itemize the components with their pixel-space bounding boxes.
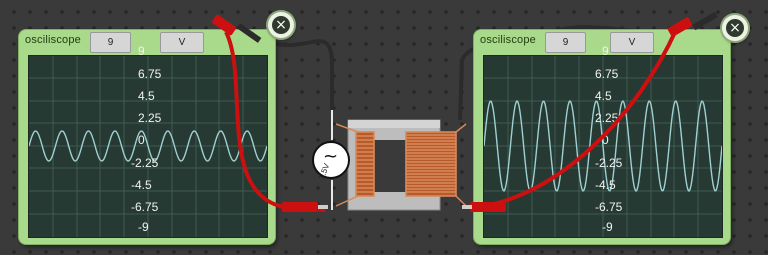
close-button-right[interactable]: ×: [722, 15, 748, 41]
close-button-left[interactable]: ×: [268, 12, 294, 38]
close-icon: ×: [726, 19, 744, 37]
probe-wires: [211, 11, 718, 212]
red-probe-wire-right[interactable]: [469, 29, 678, 210]
close-icon: ×: [272, 16, 290, 34]
probe-clip-right-bottom[interactable]: [462, 202, 506, 212]
probe-tip-right-top[interactable]: [667, 11, 718, 37]
red-probe-wire-left[interactable]: [224, 31, 326, 212]
probe-tip-left-top[interactable]: [211, 14, 262, 43]
